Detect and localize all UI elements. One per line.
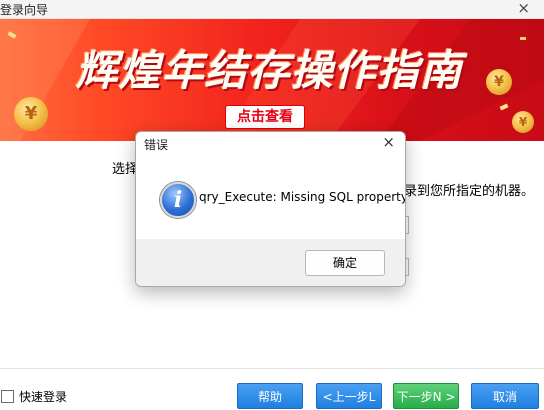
cancel-button[interactable]: 取消 (471, 383, 539, 409)
ok-button[interactable]: 确定 (305, 250, 385, 276)
window-close-icon[interactable]: × (517, 0, 530, 17)
promo-banner[interactable]: ¥ ¥ ¥ 辉煌年结存操作指南 点击查看 (0, 19, 544, 141)
coin-icon: ¥ (14, 97, 48, 131)
dialog-close-icon[interactable]: × (382, 133, 395, 151)
banner-cta-button[interactable]: 点击查看 (225, 105, 305, 129)
next-button[interactable]: 下一步N > (393, 383, 459, 409)
error-message: qry_Execute: Missing SQL property (199, 190, 406, 204)
coin-icon: ¥ (512, 111, 534, 133)
help-button[interactable]: 帮助 (237, 383, 303, 409)
prev-button[interactable]: <上一步L (316, 383, 382, 409)
quick-login-option[interactable]: 快速登录 (1, 388, 67, 405)
footer-divider (0, 368, 544, 369)
wizard-instruction-right: 录到您所指定的机器。 (404, 184, 535, 199)
error-dialog-title: 错误 (144, 138, 169, 152)
banner-headline: 辉煌年结存操作指南 (75, 46, 463, 95)
window-titlebar: 登录向导 × (0, 0, 544, 19)
quick-login-label: 快速登录 (19, 390, 68, 404)
window-title: 登录向导 (0, 3, 49, 17)
error-dialog: 错误 × i qry_Execute: Missing SQL property… (135, 131, 406, 287)
info-icon: i (160, 182, 196, 218)
quick-login-checkbox[interactable] (1, 390, 14, 403)
